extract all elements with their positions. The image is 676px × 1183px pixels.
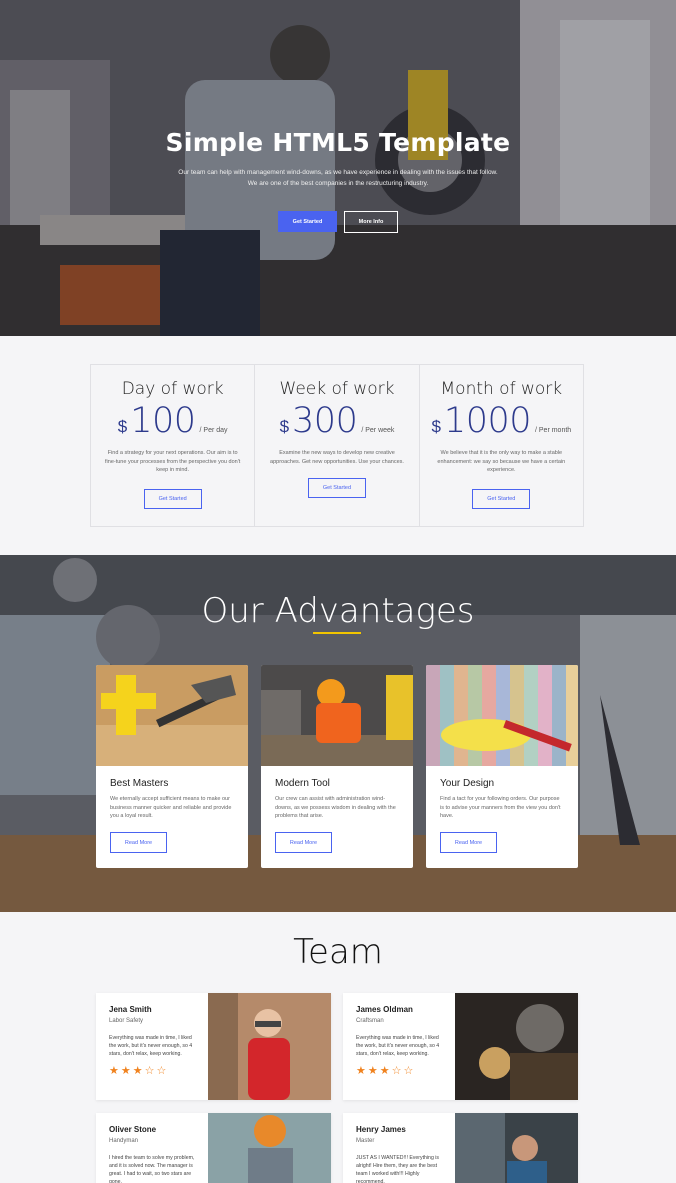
price-amount: 100 <box>130 401 196 441</box>
card-title: Your Design <box>440 778 495 789</box>
card-title: Modern Tool <box>275 778 330 789</box>
star-filled-icon: ★ <box>379 1065 390 1077</box>
hero-content: Simple HTML5 Template Our team can help … <box>0 128 676 233</box>
member-info: James Oldman Craftsman Everything was ma… <box>343 993 455 1100</box>
plan-get-started-button[interactable]: Get Started <box>143 488 202 509</box>
star-empty-icon: ☆ <box>403 1065 414 1077</box>
member-quote: Everything was made in time, I liked the… <box>356 1035 440 1057</box>
plan-description: Examine the new ways to develop new crea… <box>270 450 404 465</box>
member-info: Jena Smith Labor Safety Everything was m… <box>96 993 208 1100</box>
hero-buttons: Get Started More Info <box>0 211 676 233</box>
title-underline <box>313 632 361 634</box>
plan-title: Week of work <box>279 379 395 399</box>
star-filled-icon: ★ <box>367 1065 378 1077</box>
star-empty-icon: ☆ <box>144 1065 155 1077</box>
card-title: Best Masters <box>110 778 169 789</box>
pricing-table: Day of work $ 100 / Per day Find a strat… <box>90 364 584 527</box>
pricing-plan-month: Month of work $ 1000 / Per month We beli… <box>420 365 583 526</box>
card-text: We eternally accept sufficient means to … <box>110 796 232 819</box>
plan-description: We believe that it is the only way to ma… <box>437 450 566 473</box>
member-photo <box>455 993 578 1100</box>
star-rating: ★ ★ ★ ☆ ☆ <box>109 1064 208 1077</box>
card-body: Your Design Find a tact for your followi… <box>426 766 578 853</box>
star-rating: ★ ★ ★ ☆ ☆ <box>356 1064 455 1077</box>
card-text: Find a tact for your following orders. O… <box>440 796 561 819</box>
price-amount: 1000 <box>443 401 532 441</box>
star-filled-icon: ★ <box>109 1065 119 1077</box>
member-role: Master <box>356 1138 375 1144</box>
price-period: / Per week <box>361 427 395 434</box>
team-member-card: James Oldman Craftsman Everything was ma… <box>343 993 578 1100</box>
member-quote: JUST AS I WANTED!!! Everything is alrigh… <box>356 1155 440 1183</box>
member-name: James Oldman <box>356 1005 413 1014</box>
card-image-paint <box>426 665 578 766</box>
star-filled-icon: ★ <box>120 1065 131 1077</box>
advantage-cards: Best Masters We eternally accept suffici… <box>96 665 578 868</box>
advantages-section: Our Advantages Best Masters We eternally… <box>0 555 676 912</box>
member-info: Oliver Stone Handyman I hired the team t… <box>96 1113 208 1183</box>
team-member-card: Henry James Master JUST AS I WANTED!!! E… <box>343 1113 578 1183</box>
price-period: / Per day <box>199 427 228 434</box>
pricing-plan-week: Week of work $ 300 / Per week Examine th… <box>255 365 420 526</box>
advantage-card: Best Masters We eternally accept suffici… <box>96 665 248 868</box>
price-amount: 300 <box>292 401 358 441</box>
plan-price: $ 100 / Per day <box>91 401 254 441</box>
star-filled-icon: ★ <box>132 1065 143 1077</box>
currency-symbol: $ <box>117 417 128 436</box>
hero-section: Simple HTML5 Template Our team can help … <box>0 0 676 336</box>
card-text: Our crew can assist with administration … <box>275 796 396 819</box>
pricing-section: Day of work $ 100 / Per day Find a strat… <box>0 336 676 555</box>
get-started-button[interactable]: Get Started <box>278 211 337 232</box>
member-name: Jena Smith <box>109 1005 152 1014</box>
member-photo <box>455 1113 578 1183</box>
currency-symbol: $ <box>431 417 441 436</box>
team-member-card: Oliver Stone Handyman I hired the team t… <box>96 1113 331 1183</box>
team-title: Team <box>293 932 383 972</box>
plan-get-started-button[interactable]: Get Started <box>307 478 366 498</box>
team-section: Team Jena Smith Labor Safety Everything … <box>0 912 676 1183</box>
price-period: / Per month <box>535 427 572 434</box>
member-photo <box>208 993 331 1100</box>
advantages-title: Our Advantages <box>201 591 475 631</box>
member-role: Labor Safety <box>109 1018 144 1024</box>
plan-price: $ 300 / Per week <box>255 401 418 441</box>
star-empty-icon: ☆ <box>391 1065 402 1077</box>
member-quote: I hired the team to solve my problem, an… <box>109 1155 195 1183</box>
plan-title: Month of work <box>440 379 563 399</box>
read-more-button[interactable]: Read More <box>275 832 332 853</box>
hero-title: Simple HTML5 Template <box>165 128 511 157</box>
plan-price: $ 1000 / Per month <box>420 401 583 441</box>
member-quote: Everything was made in time, I liked the… <box>109 1035 193 1057</box>
more-info-button[interactable]: More Info <box>344 211 398 233</box>
read-more-button[interactable]: Read More <box>110 832 167 853</box>
plan-title: Day of work <box>121 379 224 399</box>
pricing-plan-day: Day of work $ 100 / Per day Find a strat… <box>91 365 256 526</box>
plan-get-started-button[interactable]: Get Started <box>472 488 531 509</box>
card-body: Best Masters We eternally accept suffici… <box>96 766 248 853</box>
member-name: Henry James <box>356 1125 406 1134</box>
read-more-button[interactable]: Read More <box>440 832 497 853</box>
member-name: Oliver Stone <box>109 1125 157 1134</box>
card-image-tools <box>96 665 248 766</box>
star-filled-icon: ★ <box>356 1065 366 1077</box>
star-empty-icon: ☆ <box>156 1065 167 1077</box>
member-role: Handyman <box>109 1138 139 1144</box>
card-body: Modern Tool Our crew can assist with adm… <box>261 766 413 853</box>
hero-description: Our team can help with management wind-d… <box>178 169 498 187</box>
member-photo <box>208 1113 331 1183</box>
advantage-card: Modern Tool Our crew can assist with adm… <box>261 665 413 868</box>
card-image-worker <box>261 665 413 766</box>
team-member-card: Jena Smith Labor Safety Everything was m… <box>96 993 331 1100</box>
advantage-card: Your Design Find a tact for your followi… <box>426 665 578 868</box>
member-info: Henry James Master JUST AS I WANTED!!! E… <box>343 1113 455 1183</box>
currency-symbol: $ <box>279 417 290 436</box>
member-role: Craftsman <box>356 1018 384 1024</box>
plan-description: Find a strategy for your next operations… <box>105 450 241 473</box>
